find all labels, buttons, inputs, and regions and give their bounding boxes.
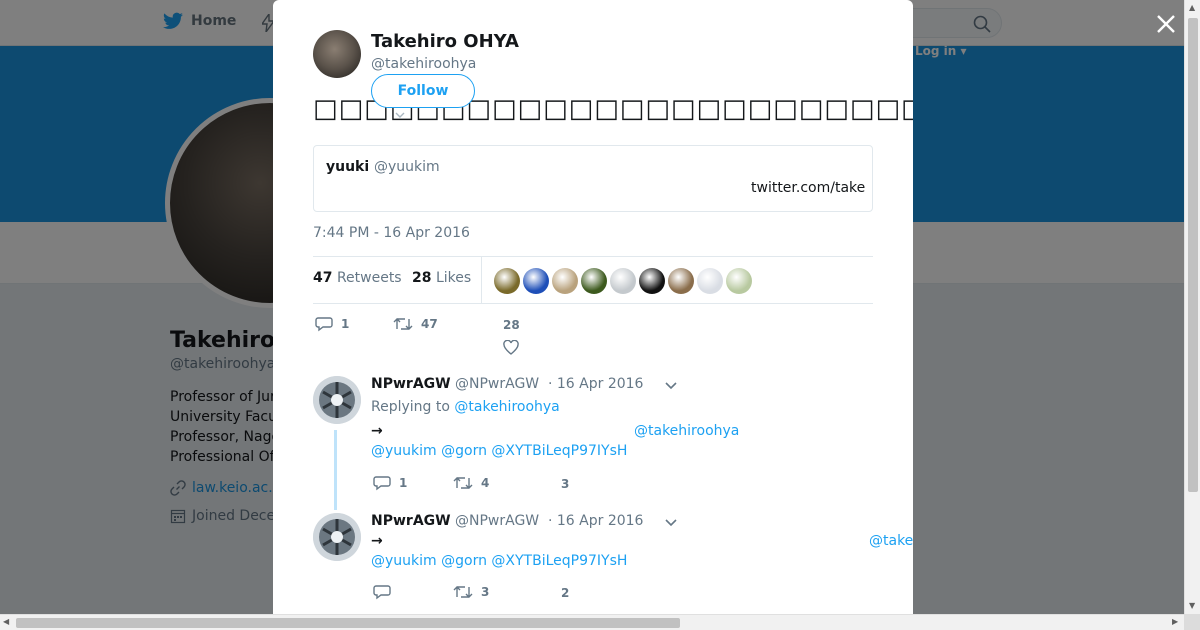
chevron-down-icon[interactable] — [395, 112, 405, 118]
replying-to-handle[interactable]: @takehiroohya — [454, 399, 559, 415]
reply-avatar-image — [313, 513, 361, 561]
like-action[interactable]: 3 — [561, 477, 569, 491]
author-handle[interactable]: @takehiroohya — [371, 56, 476, 72]
author-name[interactable]: Takehiro OHYA — [371, 31, 519, 52]
liker-avatar[interactable] — [639, 268, 665, 294]
reply-text: → — [371, 423, 383, 439]
reply-author-name[interactable]: NPwrAGW — [371, 376, 451, 392]
reply-actions: 3 2 — [371, 584, 671, 608]
liker-avatars — [494, 268, 752, 294]
reply-action[interactable]: 1 — [373, 475, 407, 491]
like-action[interactable]: 28 — [503, 318, 520, 355]
quoted-link[interactable]: twitter.com/take — [751, 180, 865, 196]
reply-icon — [373, 585, 391, 600]
reply-mentions[interactable]: @yuukim @gorn @XYTBiLeqP97IYsH — [371, 553, 627, 569]
retweets-count: 47 — [313, 270, 333, 286]
stats-divider — [481, 257, 482, 303]
follow-button[interactable]: Follow — [371, 74, 475, 108]
reply-date[interactable]: · 16 Apr 2016 — [548, 513, 643, 529]
retweet-action[interactable]: 47 — [393, 316, 438, 332]
vertical-scroll-thumb[interactable] — [1188, 18, 1198, 492]
thread-connector — [334, 430, 337, 510]
retweet-action[interactable]: 3 — [453, 584, 489, 600]
replying-prefix: Replying to — [371, 399, 450, 415]
liker-avatar[interactable] — [581, 268, 607, 294]
reply-action[interactable]: 1 — [315, 316, 349, 332]
quoted-author-handle: @yuukim — [374, 159, 440, 175]
likes-count: 28 — [412, 270, 432, 286]
like-count: 28 — [503, 318, 520, 332]
like-count: 3 — [561, 477, 570, 491]
reply-avatar-image — [313, 376, 361, 424]
replying-to: Replying to @takehiroohya — [371, 399, 560, 415]
liker-avatar[interactable] — [552, 268, 578, 294]
retweets-stat[interactable]: 47 Retweets — [313, 270, 402, 286]
retweet-count: 4 — [481, 476, 490, 490]
reply-action[interactable] — [373, 584, 399, 600]
scroll-right-icon[interactable]: ▶ — [1172, 617, 1178, 626]
reply-avatar[interactable] — [313, 376, 361, 424]
reply-mention[interactable]: @takehiroohya — [634, 423, 739, 439]
tweet-timestamp[interactable]: 7:44 PM - 16 Apr 2016 — [313, 225, 470, 241]
scroll-up-icon[interactable]: ▲ — [1189, 3, 1195, 12]
reply-author-handle[interactable]: @NPwrAGW — [455, 513, 539, 529]
liker-avatar[interactable] — [668, 268, 694, 294]
likes-stat[interactable]: 28 Likes — [412, 270, 471, 286]
reply-mentions[interactable]: @yuukim @gorn @XYTBiLeqP97IYsH — [371, 443, 627, 459]
reply-icon — [373, 476, 391, 491]
scroll-down-icon[interactable]: ▼ — [1189, 601, 1195, 610]
reply-icon — [315, 317, 333, 332]
horizontal-scrollbar[interactable]: ◀ ▶ — [0, 614, 1200, 630]
like-count: 2 — [561, 586, 570, 600]
reply-actions: 1 4 3 — [371, 475, 671, 499]
quoted-author-name: yuuki — [326, 159, 370, 175]
author-avatar[interactable] — [313, 30, 361, 78]
liker-avatar[interactable] — [726, 268, 752, 294]
vertical-scrollbar[interactable]: ▲ ▼ — [1184, 0, 1200, 614]
horizontal-scroll-thumb[interactable] — [16, 618, 680, 628]
reply-author-handle[interactable]: @NPwrAGW — [455, 376, 539, 392]
quoted-tweet[interactable]: yuuki @yuukim twitter.com/take — [313, 145, 873, 212]
like-action[interactable]: 2 — [561, 586, 569, 600]
liker-avatar[interactable] — [523, 268, 549, 294]
liker-avatar[interactable] — [494, 268, 520, 294]
reply-tweet[interactable]: NPwrAGW @NPwrAGW · 16 Apr 2016 Replying … — [313, 376, 913, 506]
reply-text: → — [371, 533, 383, 549]
retweets-label: Retweets — [336, 270, 402, 286]
tweet-actions: 1 47 28 — [313, 316, 873, 356]
reply-author-name[interactable]: NPwrAGW — [371, 513, 451, 529]
reply-avatar[interactable] — [313, 513, 361, 561]
likes-label: Likes — [435, 270, 472, 286]
reply-tweet[interactable]: NPwrAGW @NPwrAGW · 16 Apr 2016 → @takehi… — [313, 513, 913, 614]
chevron-down-icon[interactable] — [664, 515, 678, 529]
chevron-down-icon[interactable] — [664, 378, 678, 392]
scroll-left-icon[interactable]: ◀ — [3, 617, 9, 626]
tweet-stats: 47 Retweets 28 Likes — [313, 256, 873, 304]
reply-count: 1 — [341, 317, 350, 331]
close-icon[interactable] — [1154, 12, 1178, 36]
retweet-count: 3 — [481, 585, 490, 599]
liker-avatar[interactable] — [610, 268, 636, 294]
retweet-icon — [453, 477, 473, 489]
retweet-icon — [453, 586, 473, 598]
heart-icon — [503, 340, 520, 355]
reply-count: 1 — [399, 476, 408, 490]
retweet-count: 47 — [421, 317, 438, 331]
retweet-action[interactable]: 4 — [453, 475, 489, 491]
retweet-icon — [393, 318, 413, 330]
scrollbar-corner — [1184, 614, 1200, 630]
liker-avatar[interactable] — [697, 268, 723, 294]
reply-date[interactable]: · 16 Apr 2016 — [548, 376, 643, 392]
reply-mention[interactable]: @takehiroohya — [869, 533, 913, 549]
tweet-modal: Takehiro OHYA @takehiroohya □□□□□□□□□□□□… — [273, 0, 913, 614]
